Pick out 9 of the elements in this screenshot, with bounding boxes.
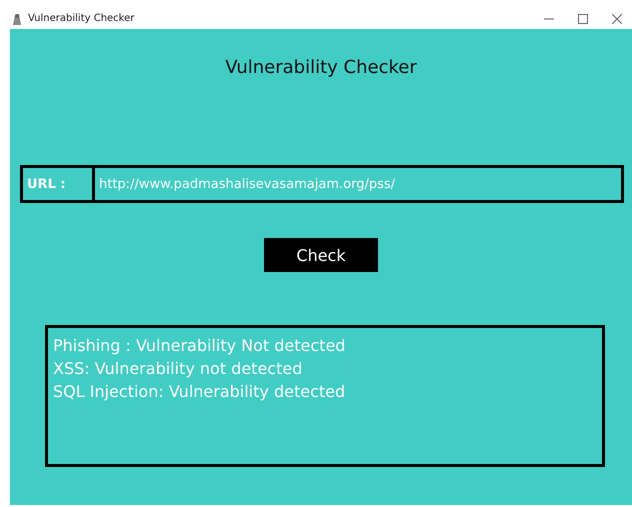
url-label: URL : xyxy=(20,165,95,203)
maximize-icon[interactable] xyxy=(578,14,588,24)
result-line: Phishing : Vulnerability Not detected xyxy=(53,335,346,357)
app-heading: Vulnerability Checker xyxy=(225,57,417,78)
result-line: SQL Injection: Vulnerability detected xyxy=(53,381,346,403)
result-line: XSS: Vulnerability not detected xyxy=(53,358,304,380)
check-button[interactable]: Check xyxy=(264,238,378,272)
window-title: Vulnerability Checker xyxy=(28,13,136,24)
close-icon[interactable] xyxy=(612,14,622,24)
